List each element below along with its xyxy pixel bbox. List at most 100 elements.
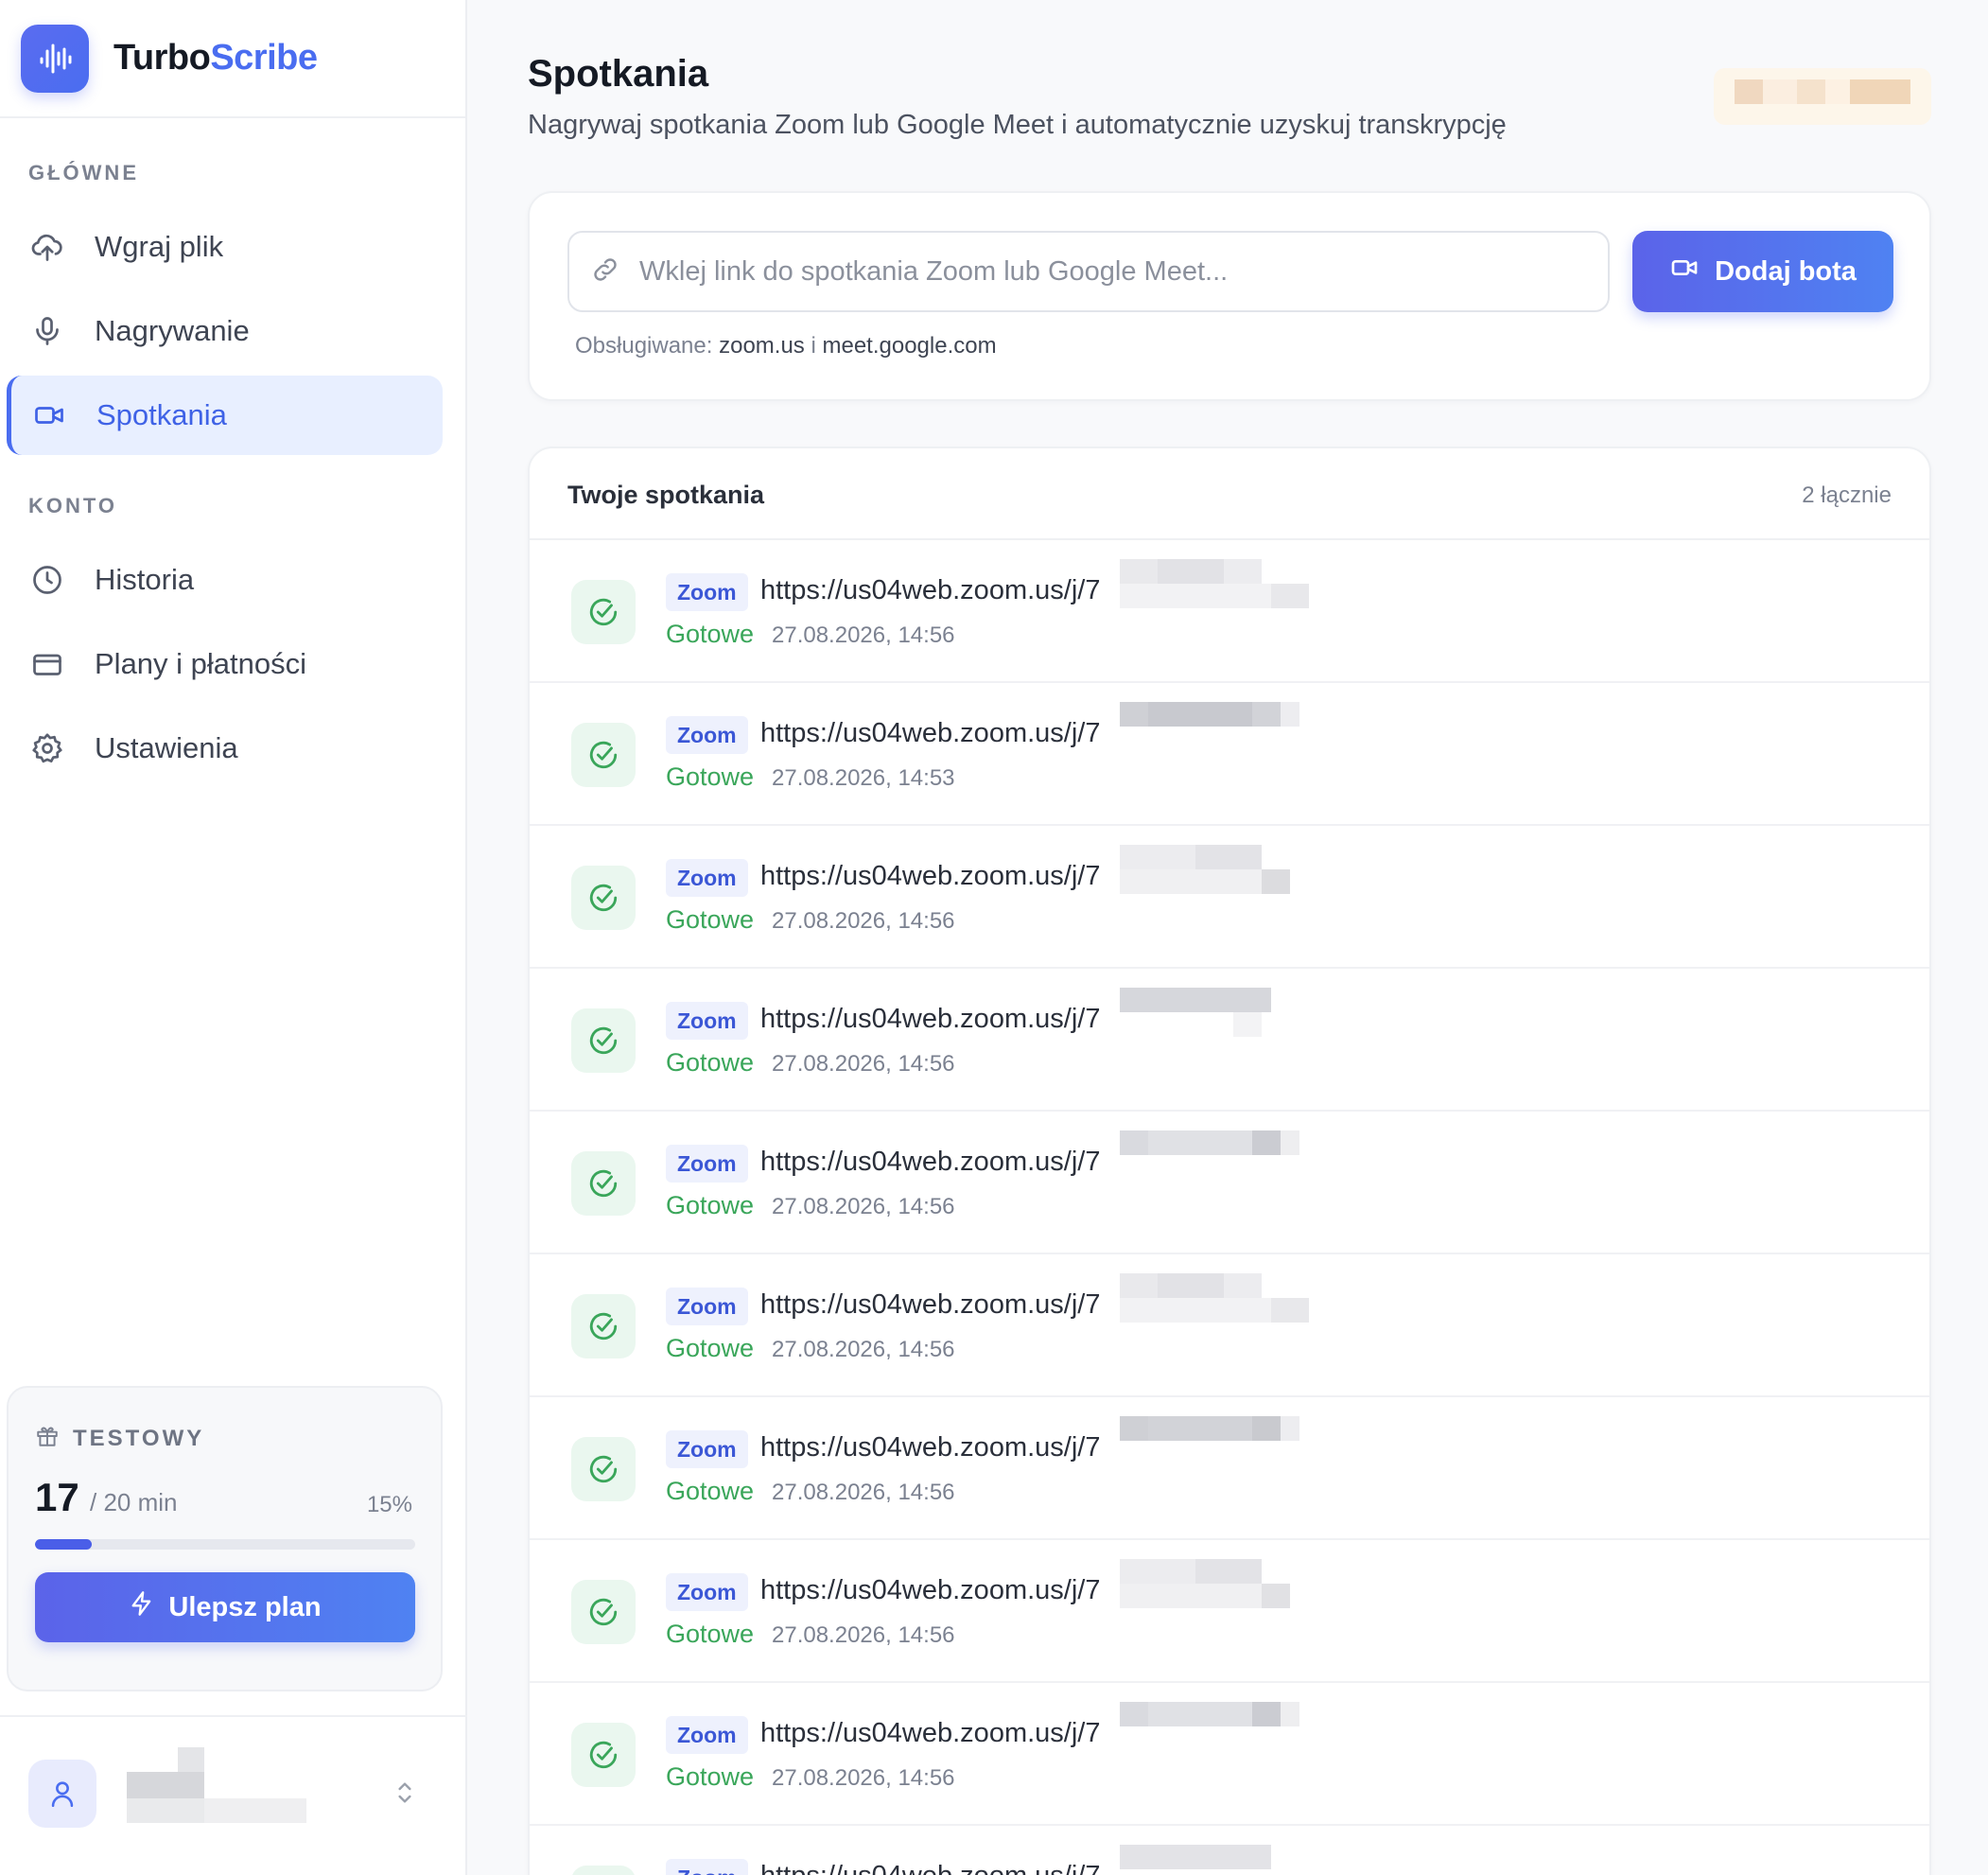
sidebar-item-label: Wgraj plik xyxy=(95,230,224,263)
page-subtitle: Nagrywaj spotkania Zoom lub Google Meet … xyxy=(528,110,1507,140)
check-circle-icon xyxy=(571,1723,636,1787)
gift-icon xyxy=(35,1424,60,1453)
sidebar-item-label: Spotkania xyxy=(96,398,227,431)
video-icon xyxy=(30,396,68,434)
link-icon xyxy=(590,254,620,289)
meeting-status: Gotowe xyxy=(666,905,755,934)
meeting-row[interactable]: Zoom https://us04web.zoom.us/j/7 xyxy=(530,1826,1929,1875)
meeting-url[interactable]: https://us04web.zoom.us/j/7 xyxy=(760,1432,1100,1463)
meeting-status: Gotowe xyxy=(666,1620,755,1648)
meeting-row[interactable]: Zoom https://us04web.zoom.us/j/7 Gotowe 27.… xyxy=(530,1397,1929,1540)
plan-name: TESTOWY xyxy=(73,1425,205,1451)
platform-tag: Zoom xyxy=(666,573,748,611)
sidebar-item-upload[interactable]: Wgraj plik xyxy=(7,207,443,287)
platform-tag: Zoom xyxy=(666,1573,748,1611)
sidebar-item-label: Historia xyxy=(95,563,195,596)
sidebar-item-label: Plany i płatności xyxy=(95,647,307,680)
meeting-link-field[interactable] xyxy=(567,231,1610,312)
check-circle-icon xyxy=(571,580,636,644)
meetings-list-title: Twoje spotkania xyxy=(567,481,765,509)
gear-icon xyxy=(28,729,66,767)
sidebar: TurboScribe GŁÓWNE Wgraj plik Nagrywanie… xyxy=(0,0,467,1875)
meeting-timestamp: 27.08.2026, 14:56 xyxy=(772,1337,955,1362)
credit-card-icon xyxy=(28,645,66,683)
check-circle-icon xyxy=(571,1294,636,1358)
sidebar-item-settings[interactable]: Ustawienia xyxy=(7,709,443,788)
user-menu[interactable] xyxy=(0,1715,467,1875)
clock-icon xyxy=(28,561,66,599)
meeting-row[interactable]: Zoom https://us04web.zoom.us/j/7 Gotowe 27.… xyxy=(530,1540,1929,1683)
platform-tag: Zoom xyxy=(666,1716,748,1754)
page-title: Spotkania xyxy=(528,53,709,95)
meeting-timestamp: 27.08.2026, 14:53 xyxy=(772,765,955,791)
brand[interactable]: TurboScribe xyxy=(0,0,465,118)
sidebar-item-meetings[interactable]: Spotkania xyxy=(7,376,443,455)
add-bot-label: Dodaj bota xyxy=(1715,255,1857,287)
redacted-url-part xyxy=(1120,845,1404,902)
avatar xyxy=(28,1760,96,1828)
meeting-url[interactable]: https://us04web.zoom.us/j/7 xyxy=(760,861,1100,892)
platform-tag: Zoom xyxy=(666,1430,748,1468)
redacted-url-part xyxy=(1120,1273,1404,1330)
redacted-url-part xyxy=(1120,1845,1404,1875)
meeting-url[interactable]: https://us04web.zoom.us/j/7 xyxy=(760,1575,1100,1606)
meetings-count: 2 łącznie xyxy=(1802,482,1892,508)
plan-used-minutes: 17 xyxy=(35,1475,79,1519)
check-circle-icon xyxy=(571,1866,636,1875)
platform-tag: Zoom xyxy=(666,1288,748,1325)
meeting-status: Gotowe xyxy=(666,1477,755,1505)
meeting-url[interactable]: https://us04web.zoom.us/j/7 xyxy=(760,575,1100,606)
meeting-row[interactable]: Zoom https://us04web.zoom.us/j/7 Gotowe 27.… xyxy=(530,1112,1929,1254)
section-label-main: GŁÓWNE xyxy=(28,161,139,184)
meeting-timestamp: 27.08.2026, 14:56 xyxy=(772,1622,955,1648)
plan-progress-bar xyxy=(35,1539,415,1550)
supported-zoom: zoom.us xyxy=(719,333,805,359)
redacted-url-part xyxy=(1120,988,1404,1044)
supported-prefix: Obsługiwane: xyxy=(575,333,713,359)
upgrade-plan-button[interactable]: Ulepsz plan xyxy=(35,1572,415,1642)
meeting-status: Gotowe xyxy=(666,620,755,648)
platform-tag: Zoom xyxy=(666,716,748,754)
meeting-timestamp: 27.08.2026, 14:56 xyxy=(772,1194,955,1219)
supported-platforms: Obsługiwane: zoom.us i meet.google.com xyxy=(575,333,997,359)
sidebar-item-history[interactable]: Historia xyxy=(7,540,443,620)
redacted-badge xyxy=(1714,68,1931,125)
redacted-url-part xyxy=(1120,1702,1404,1759)
meeting-row[interactable]: Zoom https://us04web.zoom.us/j/7 Gotowe 27.… xyxy=(530,683,1929,826)
sidebar-item-billing[interactable]: Plany i płatności xyxy=(7,624,443,704)
meeting-timestamp: 27.08.2026, 14:56 xyxy=(772,1051,955,1077)
plan-usage-card: TESTOWY 17 / 20 min 15% Ulepsz plan xyxy=(7,1386,443,1691)
upgrade-plan-label: Ulepsz plan xyxy=(168,1591,322,1622)
chevron-up-down-icon xyxy=(390,1776,420,1814)
platform-tag: Zoom xyxy=(666,1002,748,1040)
meeting-row[interactable]: Zoom https://us04web.zoom.us/j/7 Gotowe 27.… xyxy=(530,1254,1929,1397)
meeting-status: Gotowe xyxy=(666,1762,755,1791)
meeting-row[interactable]: Zoom https://us04web.zoom.us/j/7 Gotowe 27.… xyxy=(530,1683,1929,1826)
plan-header: TESTOWY xyxy=(35,1424,204,1453)
meeting-timestamp: 27.08.2026, 14:56 xyxy=(772,622,955,648)
check-circle-icon xyxy=(571,1580,636,1644)
platform-tag: Zoom xyxy=(666,1859,748,1875)
meeting-url[interactable]: https://us04web.zoom.us/j/7 xyxy=(760,718,1100,749)
meeting-url[interactable]: https://us04web.zoom.us/j/7 xyxy=(760,1004,1100,1035)
sidebar-item-recording[interactable]: Nagrywanie xyxy=(7,291,443,371)
supported-separator: i xyxy=(811,333,816,359)
check-circle-icon xyxy=(571,866,636,930)
meeting-link-input[interactable] xyxy=(639,255,1585,288)
meeting-status: Gotowe xyxy=(666,1191,755,1219)
meeting-url[interactable]: https://us04web.zoom.us/j/7 xyxy=(760,1289,1100,1321)
brand-name-part1: Turbo xyxy=(113,38,211,78)
meeting-row[interactable]: Zoom https://us04web.zoom.us/j/7 Gotowe 27.… xyxy=(530,540,1929,683)
meeting-row[interactable]: Zoom https://us04web.zoom.us/j/7 Gotowe 27.… xyxy=(530,969,1929,1112)
add-bot-button[interactable]: Dodaj bota xyxy=(1632,231,1893,312)
microphone-icon xyxy=(28,312,66,350)
meeting-url[interactable]: https://us04web.zoom.us/j/7 xyxy=(760,1861,1100,1875)
meeting-url[interactable]: https://us04web.zoom.us/j/7 xyxy=(760,1718,1100,1749)
check-circle-icon xyxy=(571,1008,636,1073)
redacted-url-part xyxy=(1120,559,1404,616)
check-circle-icon xyxy=(571,723,636,787)
add-meeting-card: Dodaj bota Obsługiwane: zoom.us i meet.g… xyxy=(528,191,1931,401)
meeting-row[interactable]: Zoom https://us04web.zoom.us/j/7 Gotowe 27.… xyxy=(530,826,1929,969)
sidebar-item-label: Ustawienia xyxy=(95,731,238,764)
meeting-url[interactable]: https://us04web.zoom.us/j/7 xyxy=(760,1147,1100,1178)
